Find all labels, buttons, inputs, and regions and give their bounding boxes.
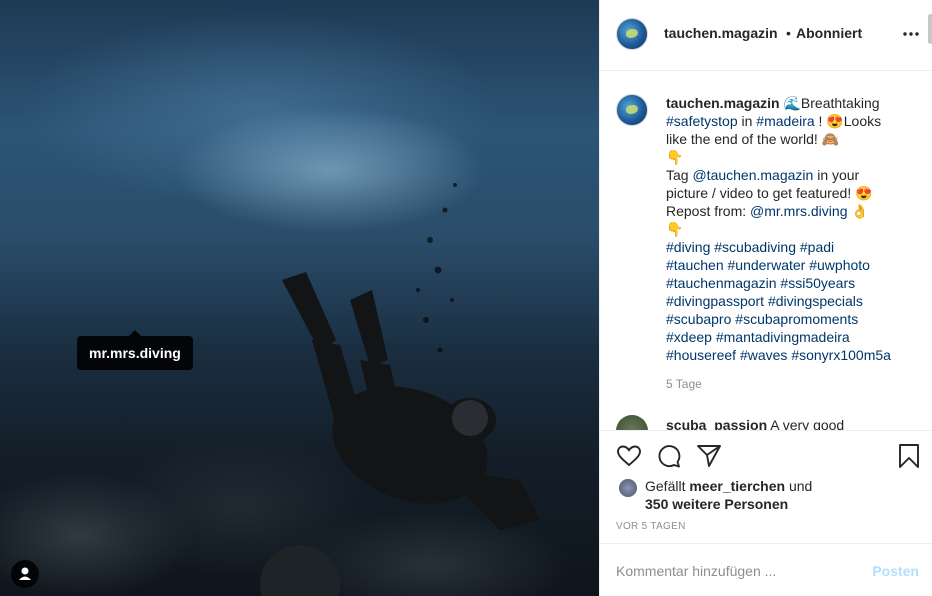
hashtag-link[interactable]: #waves (740, 347, 787, 363)
header-separator: • (786, 25, 791, 41)
post-header: tauchen.magazin • Abonniert (600, 0, 932, 71)
comment-avatar[interactable] (616, 415, 648, 430)
user-tags-button[interactable] (11, 560, 39, 588)
hashtag-link[interactable]: #ssi50years (780, 275, 855, 291)
caption-segment: Repost from: (666, 203, 751, 219)
user-tag-label[interactable]: mr.mrs.diving (77, 330, 193, 370)
comment-username[interactable]: scuba_passion (666, 417, 767, 430)
comment-icon[interactable] (656, 443, 682, 469)
caption-segment: Tag (666, 167, 693, 183)
more-icon[interactable] (902, 26, 920, 42)
caption-segment: 👌 (847, 203, 869, 219)
mention-link[interactable]: @tauchen.magazin (692, 167, 813, 183)
comment-input[interactable]: Kommentar hinzufügen ... (616, 563, 776, 579)
caption-time[interactable]: 5 Tage (666, 377, 702, 391)
post-comment-button[interactable]: Posten (872, 563, 919, 579)
hashtag-link[interactable]: #divingspecials (768, 293, 863, 309)
hashtag-link[interactable]: #divingpassport (666, 293, 764, 309)
author-avatar[interactable] (616, 18, 648, 50)
hashtag-link[interactable]: #padi (800, 239, 834, 255)
heart-icon[interactable] (616, 443, 642, 469)
action-bar (600, 431, 932, 476)
user-tag-icon (19, 567, 31, 580)
caption-segment: in your (813, 167, 860, 183)
hashtag-link[interactable]: #tauchenmagazin (666, 275, 777, 291)
likes-prefix: Gefällt (645, 478, 690, 494)
caption-segment: 👇 (666, 221, 684, 237)
author-username[interactable]: tauchen.magazin (664, 25, 778, 41)
caption-segment: like the end of the world! 🙈 (666, 131, 840, 147)
hashtag-link[interactable]: #uwphoto (809, 257, 870, 273)
mention-link[interactable]: @mr.mrs.diving (750, 203, 847, 219)
likes-count[interactable]: 350 weitere Personen (645, 496, 788, 512)
hashtag-link[interactable]: #diving (666, 239, 710, 255)
add-comment-bar: Kommentar hinzufügen ... Posten (600, 543, 932, 596)
caption-username[interactable]: tauchen.magazin (666, 95, 780, 111)
post-photo[interactable]: mr.mrs.diving (0, 0, 599, 596)
hashtag-link[interactable]: #scubapro (666, 311, 731, 327)
caption-segment: 🌊Breathtaking (783, 95, 880, 111)
likes-summary: Gefällt meer_tierchen und 350 weitere Pe… (616, 476, 926, 516)
posted-ago[interactable]: VOR 5 TAGEN (616, 521, 686, 532)
bookmark-icon[interactable] (896, 443, 922, 469)
hashtag-link[interactable]: #safetystop (666, 113, 738, 129)
caption-avatar[interactable] (616, 94, 648, 126)
caption-segment: 👇 (666, 149, 684, 165)
hashtag-link[interactable]: #tauchen (666, 257, 724, 273)
hashtag-link[interactable]: #housereef (666, 347, 736, 363)
hashtag-link[interactable]: #scubapromoments (735, 311, 858, 327)
comment-body: A very good (770, 417, 845, 431)
comment-text: scuba_passion A very good (666, 417, 845, 431)
follow-status-button[interactable]: Abonniert (796, 25, 862, 41)
liker-username[interactable]: meer_tierchen (689, 478, 785, 494)
diver-figure (260, 183, 540, 596)
caption-segment: picture / video to get featured! 😍 (666, 185, 873, 201)
hashtag-link[interactable]: #scubadiving (714, 239, 796, 255)
comments-section: tauchen.magazin 🌊Breathtaking #safetysto… (600, 71, 932, 431)
liker-avatar[interactable] (618, 478, 638, 498)
hashtag-link[interactable]: #mantadivingmadeira (716, 329, 850, 345)
post-side-panel: tauchen.magazin • Abonniert tauchen.maga… (599, 0, 932, 596)
caption-text: tauchen.magazin 🌊Breathtaking #safetysto… (666, 94, 916, 364)
hashtag-link[interactable]: #underwater (728, 257, 806, 273)
caption-segment: ! 😍Looks (814, 113, 882, 129)
likes-mid: und (785, 478, 813, 494)
share-icon[interactable] (696, 443, 722, 469)
hashtag-link[interactable]: #madeira (756, 113, 814, 129)
hashtag-link[interactable]: #sonyrx100m5a (791, 347, 891, 363)
caption-segment: in (737, 113, 757, 129)
scrollbar[interactable] (928, 14, 932, 44)
hashtag-link[interactable]: #xdeep (666, 329, 712, 345)
